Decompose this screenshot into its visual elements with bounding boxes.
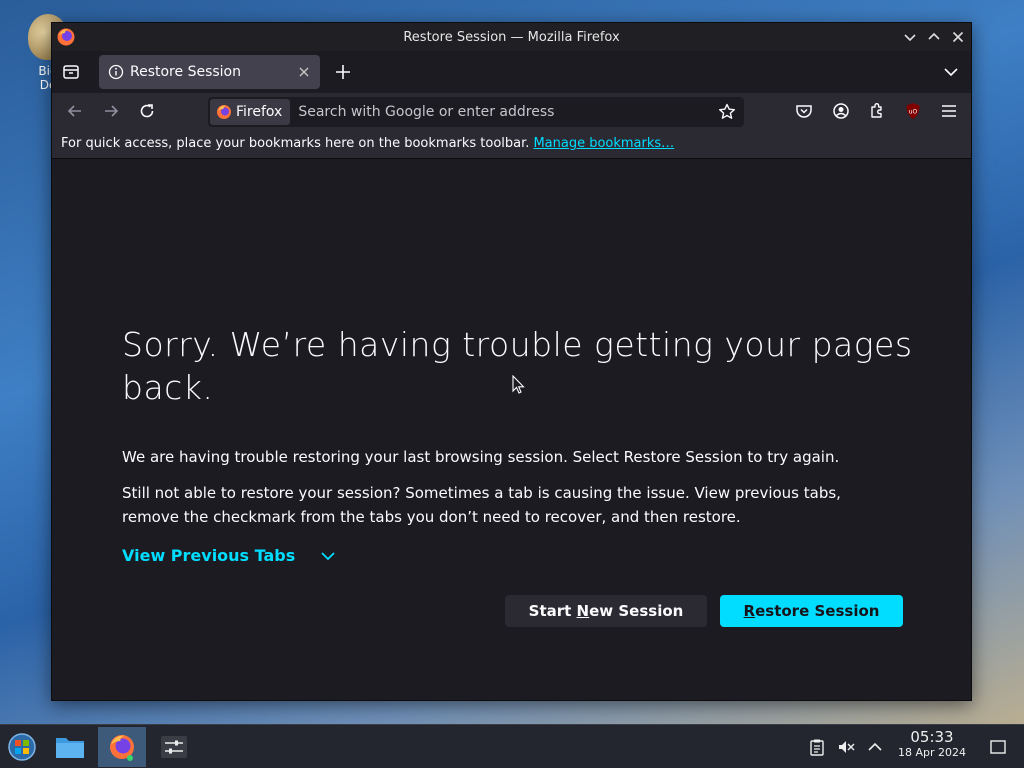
bookmark-star-icon[interactable] bbox=[716, 101, 738, 123]
folder-icon bbox=[56, 738, 84, 758]
firefox-logo-icon bbox=[57, 28, 75, 46]
tab-title: Restore Session bbox=[130, 64, 241, 80]
taskbar-file-manager[interactable] bbox=[48, 727, 92, 767]
clock-time: 05:33 bbox=[910, 728, 954, 746]
start-new-session-label-pre: Start bbox=[528, 602, 577, 620]
show-desktop-icon[interactable] bbox=[988, 737, 1008, 757]
tab-restore-session[interactable]: Restore Session bbox=[99, 55, 320, 89]
restore-advice: Still not able to restore your session? … bbox=[122, 484, 841, 526]
mouse-cursor-icon bbox=[512, 375, 525, 394]
account-icon[interactable] bbox=[830, 100, 852, 122]
taskbar: 05:33 18 Apr 2024 bbox=[0, 724, 1024, 768]
back-icon[interactable] bbox=[64, 100, 86, 122]
pocket-icon[interactable] bbox=[793, 100, 815, 122]
ublock-icon[interactable]: uO bbox=[902, 100, 924, 122]
firefox-view-icon[interactable] bbox=[60, 61, 82, 83]
taskbar-firefox[interactable] bbox=[98, 727, 146, 767]
extensions-icon[interactable] bbox=[866, 100, 888, 122]
restore-session-label: estore Session bbox=[755, 602, 880, 620]
address-bar[interactable]: Firefox bbox=[208, 97, 744, 127]
taskbar-settings[interactable] bbox=[152, 727, 196, 767]
taskbar-clock[interactable]: 05:33 18 Apr 2024 bbox=[893, 728, 971, 759]
start-new-session-accesskey: N bbox=[576, 602, 590, 620]
list-all-tabs-icon[interactable] bbox=[941, 62, 961, 82]
identity-label: Firefox bbox=[236, 104, 283, 120]
page-content: Sorry. We’re having trouble getting your… bbox=[52, 159, 971, 700]
reload-icon[interactable] bbox=[136, 100, 158, 122]
bookmarks-message: For quick access, place your bookmarks h… bbox=[61, 136, 530, 151]
start-menu-button[interactable] bbox=[0, 727, 44, 767]
forward-icon[interactable] bbox=[100, 100, 122, 122]
manage-bookmarks-link[interactable]: Manage bookmarks… bbox=[533, 136, 674, 151]
clipboard-icon[interactable] bbox=[807, 737, 827, 757]
start-new-session-button[interactable]: Start New Session bbox=[505, 595, 707, 627]
view-previous-tabs-label: View Previous Tabs bbox=[122, 546, 296, 565]
firefox-logo-icon bbox=[110, 735, 134, 761]
window-titlebar[interactable]: Restore Session — Mozilla Firefox bbox=[52, 23, 971, 51]
menu-icon[interactable] bbox=[938, 100, 960, 122]
minimize-icon[interactable] bbox=[900, 27, 920, 47]
close-icon[interactable] bbox=[948, 27, 968, 47]
window-title: Restore Session — Mozilla Firefox bbox=[403, 29, 620, 45]
page-title: Sorry. We’re having trouble getting your… bbox=[122, 325, 913, 407]
firefox-logo-icon bbox=[217, 105, 231, 119]
bookmarks-toolbar: For quick access, place your bookmarks h… bbox=[52, 129, 971, 159]
clock-date: 18 Apr 2024 bbox=[897, 746, 966, 759]
sliders-icon bbox=[161, 736, 187, 758]
start-new-session-label-post: ew Session bbox=[589, 602, 684, 620]
show-hidden-icons-icon[interactable] bbox=[865, 737, 885, 757]
chevron-down-icon bbox=[321, 551, 335, 560]
tab-close-icon[interactable] bbox=[296, 64, 312, 80]
restore-explanation: We are having trouble restoring your las… bbox=[122, 448, 840, 466]
navigation-toolbar: Firefox uO bbox=[52, 93, 971, 129]
firefox-window: Restore Session — Mozilla Firefox Restor… bbox=[51, 22, 972, 701]
volume-muted-icon[interactable] bbox=[836, 737, 856, 757]
restore-session-accesskey: R bbox=[743, 602, 756, 620]
tab-bar: Restore Session bbox=[52, 51, 971, 93]
new-tab-icon[interactable] bbox=[332, 61, 354, 83]
url-input[interactable] bbox=[290, 104, 716, 120]
restore-session-button[interactable]: Restore Session bbox=[720, 595, 903, 627]
svg-text:uO: uO bbox=[909, 109, 918, 116]
info-icon bbox=[108, 64, 124, 80]
identity-box[interactable]: Firefox bbox=[210, 99, 291, 125]
view-previous-tabs-toggle[interactable]: View Previous Tabs bbox=[122, 546, 337, 565]
start-menu-icon bbox=[8, 733, 36, 761]
maximize-icon[interactable] bbox=[924, 27, 944, 47]
